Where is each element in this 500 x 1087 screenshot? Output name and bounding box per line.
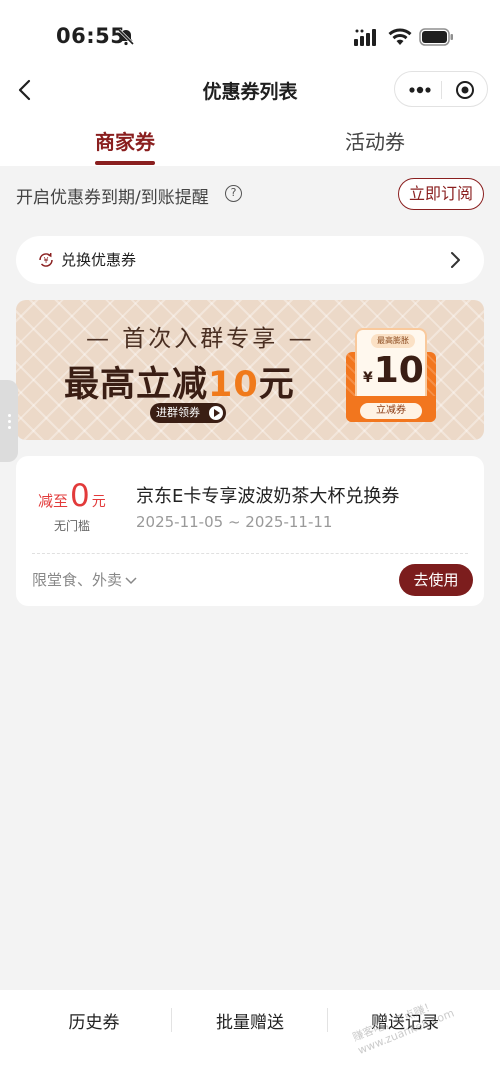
exchange-coupon-row[interactable]: ¥ 兑换优惠券	[16, 236, 484, 284]
coupon-value: 减至0 元	[38, 478, 106, 514]
side-drawer-handle[interactable]	[0, 380, 18, 462]
exchange-label: 兑换优惠券	[61, 251, 137, 269]
nav-bar: 优惠券列表	[0, 70, 500, 110]
tab-activity-coupons[interactable]: 活动券	[315, 126, 435, 155]
more-icon[interactable]	[408, 82, 432, 102]
instant-discount-label: 立减券	[360, 403, 422, 419]
svg-text:¥: ¥	[43, 256, 48, 265]
use-coupon-button[interactable]: 去使用	[399, 564, 473, 596]
coupon-threshold: 无门槛	[54, 519, 91, 533]
battery-icon	[419, 27, 455, 51]
status-time: 06:55	[56, 24, 126, 48]
join-group-button[interactable]: 进群领券	[150, 403, 226, 423]
status-bar: 06:55	[0, 0, 500, 70]
exchange-icon: ¥	[37, 251, 55, 273]
wifi-icon	[388, 27, 412, 51]
coupon-card: 减至0 元 无门槛 京东E卡专享波波奶茶大杯兑换券 2025-11-05 ~ 20…	[16, 456, 484, 606]
active-tab-indicator	[95, 161, 155, 165]
promo-banner[interactable]: — 首次入群专享 — 最高立减10元 进群领券 最高膨胀 ¥10 立减券	[16, 300, 484, 440]
capsule-divider	[441, 81, 442, 99]
bottom-divider	[171, 1008, 172, 1032]
mini-program-capsule	[394, 71, 488, 107]
play-icon	[209, 406, 223, 420]
red-envelope-graphic: 最高膨胀 ¥10 立减券	[346, 324, 436, 422]
question-icon[interactable]: ?	[225, 185, 242, 202]
reminder-text: 开启优惠券到期/到账提醒	[16, 188, 209, 208]
coupon-divider	[32, 553, 468, 554]
coupon-scope[interactable]: 限堂食、外卖	[32, 569, 137, 590]
tab-merchant-coupons[interactable]: 商家券	[65, 126, 185, 155]
chevron-right-icon	[448, 250, 462, 274]
subscribe-button[interactable]: 立即订阅	[398, 178, 484, 210]
banner-subtitle: — 首次入群专享 —	[86, 326, 315, 352]
signal-icon	[354, 28, 380, 50]
history-coupons-button[interactable]: 历史券	[24, 1008, 164, 1033]
top-area: 06:55 优惠券列表 商家券 活动券	[0, 0, 500, 166]
coupon-date-range: 2025-11-05 ~ 2025-11-11	[136, 513, 333, 531]
bell-slash-icon	[117, 28, 135, 50]
coupon-title: 京东E卡专享波波奶茶大杯兑换券	[136, 486, 400, 507]
batch-gift-button[interactable]: 批量赠送	[180, 1008, 320, 1033]
banner-headline: 最高立减10元	[64, 365, 295, 405]
bottom-divider	[327, 1008, 328, 1032]
target-icon[interactable]	[455, 80, 475, 104]
chevron-down-icon	[125, 576, 137, 584]
tab-bar: 商家券 活动券	[0, 120, 500, 166]
